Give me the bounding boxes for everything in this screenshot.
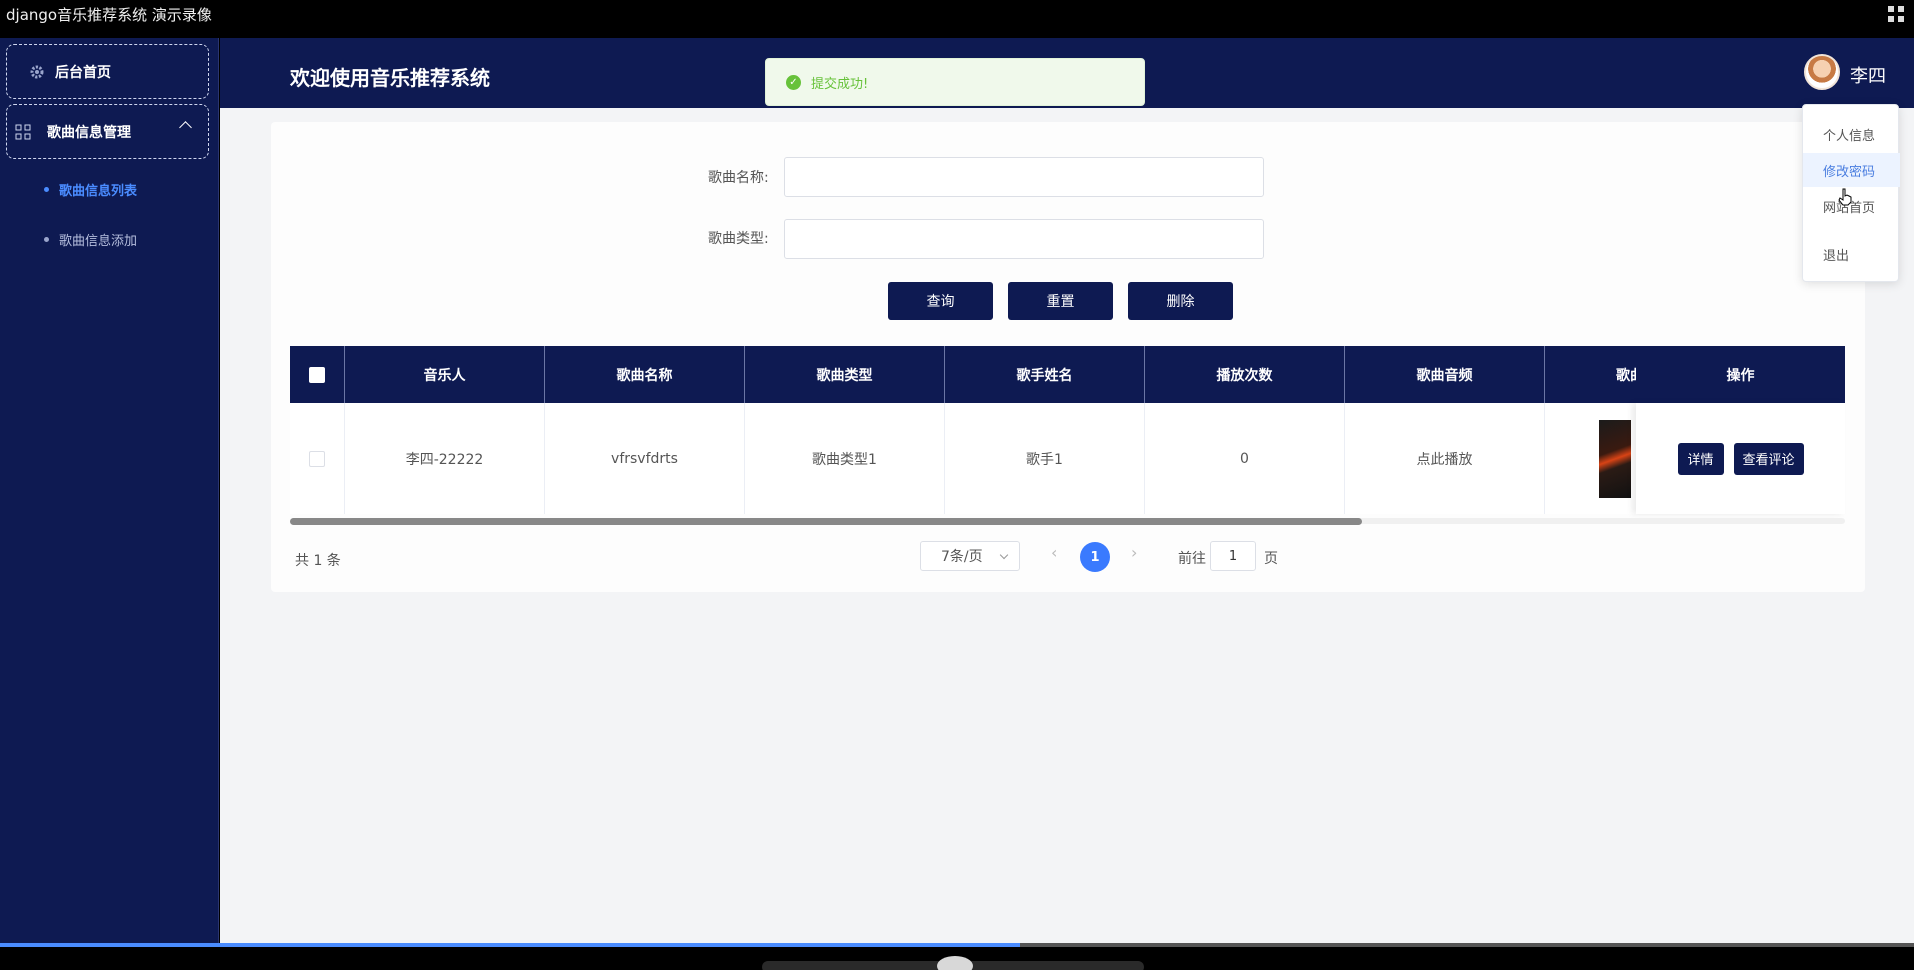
hand-cursor-icon	[1838, 188, 1852, 206]
cell-song-name: vfrsvfdrts	[545, 403, 745, 514]
avatar[interactable]	[1804, 54, 1840, 90]
column-header: 播放次数	[1145, 346, 1345, 403]
chevron-up-icon	[179, 121, 192, 134]
sidebar-item-home[interactable]: 后台首页	[6, 44, 209, 99]
sidebar-group-song-management[interactable]: 歌曲信息管理	[6, 104, 209, 159]
username[interactable]: 李四	[1850, 62, 1886, 88]
content-panel: 歌曲名称: 歌曲类型: 查询 重置 删除 音乐人 歌曲名称 歌曲类型 歌手姓名 …	[271, 122, 1865, 592]
column-header: 歌手姓名	[945, 346, 1145, 403]
column-header: 歌曲类型	[745, 346, 945, 403]
cell-play-count: 0	[1145, 403, 1345, 514]
sidebar-group-label: 歌曲信息管理	[47, 124, 131, 141]
gear-icon	[29, 64, 45, 80]
next-page-icon[interactable]: ›	[1131, 543, 1137, 562]
select-all-checkbox[interactable]	[309, 366, 325, 383]
fullscreen-icon[interactable]	[1888, 6, 1906, 24]
sidebar-item-song-add[interactable]: 歌曲信息添加	[44, 230, 137, 249]
grid-icon	[15, 124, 31, 140]
column-header: 音乐人	[345, 346, 545, 403]
query-button[interactable]: 查询	[888, 282, 993, 320]
menu-item-profile[interactable]: 个人信息	[1803, 117, 1900, 151]
main-content: 歌曲名称: 歌曲类型: 查询 重置 删除 音乐人 歌曲名称 歌曲类型 歌手姓名 …	[220, 108, 1914, 946]
delete-button[interactable]: 删除	[1128, 282, 1233, 320]
cell-audio-link[interactable]: 点此播放	[1345, 403, 1545, 514]
page-title: 欢迎使用音乐推荐系统	[290, 66, 490, 90]
sidebar-item-label: 歌曲信息列表	[59, 184, 138, 199]
success-toast: ✓ 提交成功!	[765, 58, 1145, 106]
current-page[interactable]: 1	[1080, 542, 1110, 572]
sidebar-item-song-list[interactable]: 歌曲信息列表	[44, 180, 137, 199]
sidebar-item-label: 后台首页	[55, 64, 111, 81]
menu-item-change-password[interactable]: 修改密码	[1803, 153, 1900, 187]
reset-button[interactable]: 重置	[1008, 282, 1113, 320]
cell-singer: 歌手1	[945, 403, 1145, 514]
row-select-cell	[290, 403, 345, 514]
horizontal-scrollbar[interactable]	[290, 518, 1362, 525]
column-header: 操作	[1636, 346, 1845, 403]
view-comments-button[interactable]: 查看评论	[1733, 442, 1804, 475]
cell-song-type: 歌曲类型1	[745, 403, 945, 514]
bullet-icon	[44, 237, 49, 242]
cell-musician: 李四-22222	[345, 403, 545, 514]
song-cover-image[interactable]	[1599, 419, 1631, 498]
select-all-cell	[290, 346, 345, 403]
row-checkbox[interactable]	[309, 450, 325, 467]
column-header: 歌曲音频	[1345, 346, 1545, 403]
song-type-input[interactable]	[784, 219, 1264, 259]
table-header: 音乐人 歌曲名称 歌曲类型 歌手姓名 播放次数 歌曲音频 歌曲 操作	[290, 346, 1845, 403]
table-row: 李四-22222 vfrsvfdrts 歌曲类型1 歌手1 0 点此播放	[290, 403, 1845, 514]
cell-actions: 详情 查看评论	[1636, 403, 1845, 514]
goto-suffix: 页	[1264, 551, 1278, 567]
detail-button[interactable]: 详情	[1677, 442, 1724, 475]
sidebar-item-label: 歌曲信息添加	[59, 234, 138, 249]
toast-message: 提交成功!	[811, 76, 869, 92]
play-button[interactable]	[937, 956, 973, 970]
song-name-label: 歌曲名称:	[708, 170, 769, 186]
video-title-bar: django音乐推荐系统 演示录像	[0, 0, 1914, 38]
goto-page-input[interactable]: 1	[1210, 541, 1256, 571]
song-name-input[interactable]	[784, 157, 1264, 197]
video-title: django音乐推荐系统 演示录像	[6, 6, 212, 24]
page-size-value: 7条/页	[941, 549, 983, 565]
sidebar: 后台首页 歌曲信息管理 歌曲信息列表 歌曲信息添加	[0, 38, 219, 946]
column-header: 歌曲名称	[545, 346, 745, 403]
prev-page-icon[interactable]: ‹	[1051, 543, 1057, 562]
total-count: 共 1 条	[295, 553, 341, 569]
bullet-icon	[44, 187, 49, 192]
song-type-label: 歌曲类型:	[708, 231, 769, 247]
chevron-down-icon	[999, 550, 1009, 560]
menu-item-logout[interactable]: 退出	[1803, 237, 1900, 271]
page-size-select[interactable]: 7条/页	[920, 541, 1020, 571]
check-circle-icon: ✓	[786, 74, 801, 90]
goto-prefix: 前往	[1178, 551, 1206, 567]
